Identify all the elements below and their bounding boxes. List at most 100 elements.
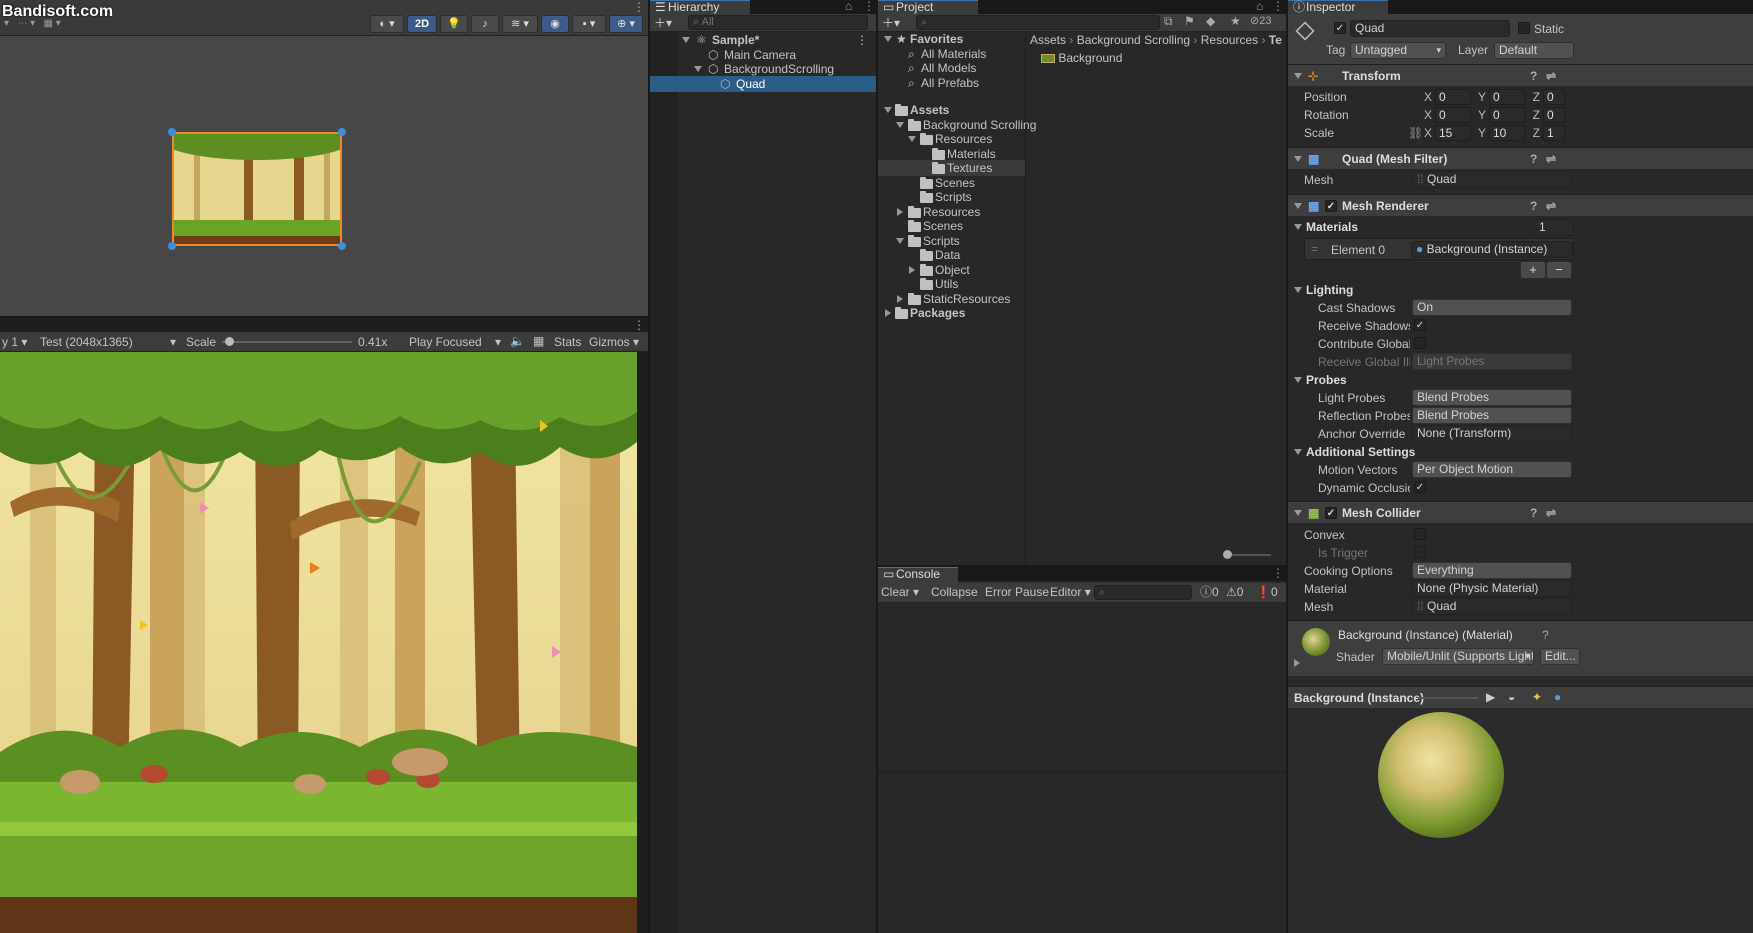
active-checkbox[interactable]: ✓ bbox=[1334, 22, 1346, 34]
transform-header[interactable]: ⊹ Transform ? ⇌ bbox=[1288, 64, 1753, 86]
preview-drag-handle[interactable] bbox=[1418, 697, 1478, 699]
mute-audio-icon[interactable]: 🔈 bbox=[510, 334, 525, 348]
is-trigger-checkbox[interactable] bbox=[1414, 546, 1426, 558]
mesh-renderer-header[interactable]: ▦ ✓ Mesh Renderer ? ⇌ bbox=[1288, 194, 1753, 216]
tab-console[interactable]: ▭ Console bbox=[878, 567, 958, 583]
lighting-toggle-icon[interactable]: 💡 bbox=[440, 15, 468, 33]
tag-dropdown[interactable]: Untagged ▾ bbox=[1350, 42, 1446, 59]
favorite-star-icon[interactable]: ★ bbox=[1230, 14, 1241, 28]
hierarchy-more-icon[interactable]: ⋮ bbox=[863, 0, 875, 13]
position-x-input[interactable]: 0 bbox=[1435, 89, 1471, 105]
object-name-input[interactable]: Quad bbox=[1350, 20, 1510, 37]
mesh-collider-enabled-checkbox[interactable]: ✓ bbox=[1325, 507, 1337, 519]
cooking-options-dropdown[interactable]: Everything bbox=[1412, 562, 1572, 579]
fold-icon[interactable] bbox=[884, 107, 892, 113]
console-search-input[interactable]: ⌕ bbox=[1094, 585, 1192, 600]
camera-settings-icon[interactable]: ▪ ▾ bbox=[572, 15, 606, 33]
expand-arrow-icon[interactable] bbox=[694, 66, 702, 72]
fold-icon[interactable] bbox=[1294, 449, 1302, 455]
expand-arrow-icon[interactable] bbox=[897, 207, 903, 216]
rotation-x-axis-label[interactable]: X bbox=[1422, 108, 1432, 122]
breadcrumb-item[interactable]: Resources bbox=[1201, 33, 1258, 47]
scale-y-input[interactable]: 10 bbox=[1489, 125, 1525, 141]
position-z-axis-label[interactable]: Z bbox=[1530, 90, 1540, 104]
file-background[interactable]: Background bbox=[1041, 51, 1122, 65]
fold-icon[interactable] bbox=[884, 36, 892, 42]
materials-count-field[interactable]: 1 bbox=[1534, 219, 1574, 236]
dynamic-occlusion-checkbox[interactable]: ✓ bbox=[1414, 481, 1426, 493]
breadcrumb-item[interactable]: Background Scrolling bbox=[1077, 33, 1190, 47]
probes-foldout[interactable]: Probes bbox=[1294, 373, 1347, 387]
hierarchy-item[interactable]: ⬡ Quad bbox=[650, 75, 876, 92]
rotation-x-input[interactable]: 0 bbox=[1435, 107, 1471, 123]
breadcrumb-item[interactable]: Assets bbox=[1030, 33, 1066, 47]
component-settings-icon[interactable]: ⇌ bbox=[1546, 195, 1556, 217]
mesh-filter-fold-icon[interactable] bbox=[1294, 156, 1302, 162]
resize-handle-tr[interactable] bbox=[338, 128, 346, 136]
scale-y-axis-label[interactable]: Y bbox=[1476, 126, 1486, 140]
drag-handle-icon[interactable]: = bbox=[1311, 242, 1318, 256]
scene-view[interactable]: Bandisoft.com ▾ ⋯ ▾ ▦ ▾ ◐ ▾ 2D 💡 ♪ ≋ ▾ ◉… bbox=[0, 0, 648, 316]
expand-arrow-icon[interactable] bbox=[897, 294, 903, 303]
log-count-toggle[interactable]: ⓘ0 bbox=[1200, 583, 1219, 602]
create-button[interactable]: ＋▾ bbox=[654, 14, 672, 31]
project-lock-icon[interactable]: ⌂ bbox=[1256, 0, 1263, 13]
add-element-button[interactable]: + bbox=[1520, 261, 1546, 279]
scene-visibility-icon[interactable]: ◉ bbox=[541, 15, 569, 33]
scale-slider-thumb[interactable] bbox=[224, 337, 234, 346]
mesh-collider-fold-icon[interactable] bbox=[1294, 510, 1302, 516]
gizmos-toggle-icon[interactable]: ⊕ ▾ bbox=[609, 15, 643, 33]
collapse-button[interactable]: Collapse bbox=[931, 583, 978, 602]
fold-icon[interactable] bbox=[1294, 287, 1302, 293]
cast-shadows-dropdown[interactable]: On bbox=[1412, 299, 1572, 316]
element-0-field[interactable]: ● Background (Instance) bbox=[1411, 241, 1573, 258]
hidden-packages-icon[interactable]: ⊘23 bbox=[1250, 14, 1271, 27]
position-z-input[interactable]: 0 bbox=[1543, 89, 1565, 105]
editor-dropdown[interactable]: Editor ▾ bbox=[1050, 583, 1091, 602]
gizmos-button[interactable]: Gizmos ▾ bbox=[589, 335, 639, 349]
position-y-input[interactable]: 0 bbox=[1489, 89, 1525, 105]
transform-fold-icon[interactable] bbox=[1294, 73, 1302, 79]
preview-area[interactable] bbox=[1288, 708, 1753, 933]
help-icon[interactable]: ? bbox=[1530, 65, 1537, 87]
icon-size-thumb[interactable] bbox=[1223, 550, 1232, 559]
game-view[interactable]: ⋮ y 1 ▾ Test (2048x1365) ▾ Scale 0.41x Pl… bbox=[0, 318, 648, 933]
mesh-filter-header[interactable]: ▦ Quad (Mesh Filter) ? ⇌ bbox=[1288, 147, 1753, 169]
static-checkbox[interactable] bbox=[1518, 22, 1530, 34]
component-settings-icon[interactable]: ⇌ bbox=[1546, 65, 1556, 87]
scale-link-icon[interactable]: ⛓ bbox=[1408, 126, 1423, 140]
tab-hierarchy[interactable]: ☰ Hierarchy bbox=[650, 0, 750, 14]
hierarchy-search-input[interactable]: ⌕ All bbox=[688, 15, 868, 30]
game-more-icon[interactable]: ⋮ bbox=[633, 318, 645, 332]
preview-light-icon[interactable]: ✦ bbox=[1532, 690, 1542, 704]
contribute-gi-checkbox[interactable] bbox=[1414, 337, 1426, 349]
error-pause-button[interactable]: Error Pause bbox=[985, 583, 1049, 602]
audio-toggle-icon[interactable]: ♪ bbox=[471, 15, 499, 33]
convex-checkbox[interactable] bbox=[1414, 528, 1426, 540]
component-settings-icon[interactable]: ⇌ bbox=[1546, 502, 1556, 524]
resize-handle-br[interactable] bbox=[338, 242, 346, 250]
aspect-grid-icon[interactable]: ▦ bbox=[533, 334, 544, 348]
resolution-dropdown[interactable]: Test (2048x1365) ▾ bbox=[40, 335, 176, 349]
warn-count-toggle[interactable]: ⚠0 bbox=[1226, 583, 1243, 602]
material-help-icon[interactable]: ? bbox=[1542, 628, 1549, 642]
preview-play-icon[interactable]: ▶ bbox=[1486, 690, 1495, 704]
play-mode-dropdown[interactable]: Play Focused ▾ bbox=[409, 335, 501, 349]
label-tag-icon[interactable]: ◆ bbox=[1206, 14, 1215, 28]
mesh-collider-header[interactable]: ▦ ✓ Mesh Collider ? ⇌ bbox=[1288, 501, 1753, 523]
motion-vectors-dropdown[interactable]: Per Object Motion bbox=[1412, 461, 1572, 478]
selected-quad[interactable] bbox=[172, 132, 342, 246]
physic-material-field[interactable]: None (Physic Material) bbox=[1412, 580, 1572, 597]
favorite-item[interactable]: ⌕ All Prefabs bbox=[878, 75, 1025, 91]
more-options-icon[interactable]: ⋮ bbox=[633, 0, 645, 14]
receive-shadows-checkbox[interactable]: ✓ bbox=[1414, 319, 1426, 331]
anchor-override-dropdown[interactable]: None (Transform) bbox=[1412, 425, 1572, 442]
shader-dropdown[interactable]: Mobile/Unlit (Supports Light ▾ bbox=[1382, 648, 1534, 665]
light-probes-dropdown[interactable]: Blend Probes bbox=[1412, 389, 1572, 406]
scale-x-input[interactable]: 15 bbox=[1435, 125, 1471, 141]
mesh-object-field[interactable]: ⁞⁞ Quad bbox=[1412, 171, 1572, 188]
tool-handles-icon[interactable]: ▾ ⋯ ▾ ▦ ▾ bbox=[4, 18, 94, 32]
expand-arrow-icon[interactable] bbox=[682, 37, 690, 43]
rotation-z-input[interactable]: 0 bbox=[1543, 107, 1565, 123]
tab-inspector[interactable]: ⓘ Inspector bbox=[1288, 0, 1388, 14]
